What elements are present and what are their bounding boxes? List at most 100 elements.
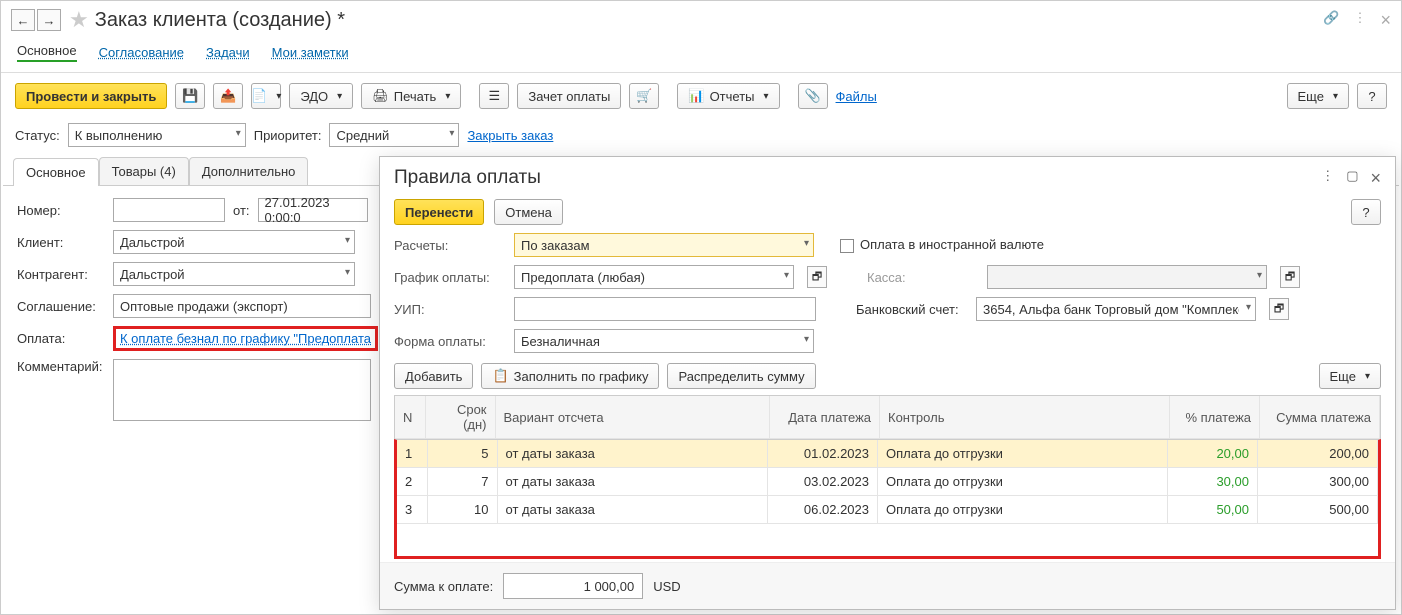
link-icon[interactable]: 🔗 bbox=[1323, 10, 1339, 31]
kebab-menu-icon[interactable]: ⋮ bbox=[1353, 10, 1366, 31]
schedule-open-ext-button[interactable]: 🗗 bbox=[807, 266, 827, 288]
dialog-maximize-icon[interactable]: ▢ bbox=[1346, 168, 1358, 189]
cell-days: 5 bbox=[427, 440, 497, 468]
cell-n: 1 bbox=[397, 440, 427, 468]
attach-icon-button[interactable]: 📎 bbox=[798, 83, 828, 109]
post-document-button[interactable]: 📤 bbox=[213, 83, 243, 109]
date-input[interactable]: 27.01.2023 0:00:0 bbox=[258, 198, 368, 222]
cell-sum: 200,00 bbox=[1258, 440, 1378, 468]
spread-sum-button[interactable]: Распределить сумму bbox=[667, 363, 815, 389]
agreement-value: Оптовые продажи (экспорт) bbox=[120, 299, 288, 314]
payform-select[interactable]: Безналичная▾ bbox=[514, 329, 814, 353]
print-label: Печать bbox=[394, 89, 437, 104]
cell-control: Оплата до отгрузки bbox=[878, 440, 1168, 468]
kassa-label: Касса: bbox=[867, 270, 977, 285]
contragent-value: Дальстрой bbox=[120, 267, 185, 282]
status-select[interactable]: К выполнению▾ bbox=[68, 123, 246, 147]
total-label: Сумма к оплате: bbox=[394, 579, 493, 594]
priority-label: Приоритет: bbox=[254, 128, 322, 143]
comment-textarea[interactable] bbox=[113, 359, 371, 421]
bank-select[interactable]: 3654, Альфа банк Торговый дом "Комплексн… bbox=[976, 297, 1256, 321]
number-input[interactable] bbox=[113, 198, 225, 222]
kassa-open-ext-button[interactable]: 🗗 bbox=[1280, 266, 1300, 288]
edo-button[interactable]: ЭДО bbox=[289, 83, 353, 109]
kassa-select[interactable]: ▾ bbox=[987, 265, 1267, 289]
list-icon-button[interactable]: ☰ bbox=[479, 83, 509, 109]
save-and-close-button[interactable]: Провести и закрыть bbox=[15, 83, 167, 109]
tab-notes[interactable]: Мои заметки bbox=[272, 45, 349, 62]
status-value: К выполнению bbox=[75, 128, 163, 143]
add-row-button[interactable]: Добавить bbox=[394, 363, 473, 389]
table-row[interactable]: 2 7 от даты заказа 03.02.2023 Оплата до … bbox=[397, 468, 1378, 496]
priority-select[interactable]: Средний▾ bbox=[329, 123, 459, 147]
dialog-apply-button[interactable]: Перенести bbox=[394, 199, 484, 225]
basket-icon-button[interactable]: 🛒 bbox=[629, 83, 659, 109]
reports-label: Отчеты bbox=[710, 89, 755, 104]
col-variant: Вариант отсчета bbox=[495, 396, 770, 439]
fill-by-schedule-button[interactable]: 📋 Заполнить по графику bbox=[481, 363, 659, 389]
client-label: Клиент: bbox=[17, 235, 113, 250]
payment-label: Оплата: bbox=[17, 331, 113, 346]
create-based-on-button[interactable]: 📄 bbox=[251, 83, 281, 109]
close-window-icon[interactable]: × bbox=[1380, 10, 1391, 31]
uip-input[interactable] bbox=[514, 297, 816, 321]
priority-value: Средний bbox=[336, 128, 389, 143]
uip-label: УИП: bbox=[394, 302, 504, 317]
reports-button[interactable]: 📊 Отчеты bbox=[677, 83, 779, 109]
dialog-close-icon[interactable]: × bbox=[1370, 168, 1381, 189]
status-label: Статус: bbox=[15, 128, 60, 143]
nav-forward-button[interactable]: → bbox=[37, 9, 61, 31]
table-row[interactable]: 1 5 от даты заказа 01.02.2023 Оплата до … bbox=[397, 440, 1378, 468]
cell-variant: от даты заказа bbox=[497, 468, 768, 496]
cell-days: 10 bbox=[427, 496, 497, 524]
col-sum: Сумма платежа bbox=[1260, 396, 1380, 439]
date-from-label: от: bbox=[233, 203, 250, 218]
schedule-select[interactable]: Предоплата (любая)▾ bbox=[514, 265, 794, 289]
foreign-currency-checkbox[interactable] bbox=[840, 239, 854, 253]
payment-rules-dialog: Правила оплаты ⋮ ▢ × Перенести Отмена ? … bbox=[379, 156, 1396, 610]
fill-by-schedule-label: Заполнить по графику bbox=[514, 369, 649, 384]
col-days: Срок (дн) bbox=[425, 396, 495, 439]
table-row[interactable]: 3 10 от даты заказа 06.02.2023 Оплата до… bbox=[397, 496, 1378, 524]
tab-tasks[interactable]: Задачи bbox=[206, 45, 250, 62]
bank-value: 3654, Альфа банк Торговый дом "Комплексн… bbox=[983, 302, 1239, 317]
total-currency: USD bbox=[653, 579, 680, 594]
cell-date: 06.02.2023 bbox=[768, 496, 878, 524]
subtab-goods[interactable]: Товары (4) bbox=[99, 157, 189, 185]
cell-control: Оплата до отгрузки bbox=[878, 496, 1168, 524]
print-button[interactable]: 🖨 Печать bbox=[361, 83, 461, 109]
files-link[interactable]: Файлы bbox=[836, 89, 877, 104]
subtab-main[interactable]: Основное bbox=[13, 158, 99, 186]
number-label: Номер: bbox=[17, 203, 113, 218]
cell-percent: 30,00 bbox=[1168, 468, 1258, 496]
contragent-label: Контрагент: bbox=[17, 267, 113, 282]
close-order-link[interactable]: Закрыть заказ bbox=[467, 128, 553, 143]
credit-payment-button[interactable]: Зачет оплаты bbox=[517, 83, 621, 109]
dialog-menu-icon[interactable]: ⋮ bbox=[1321, 168, 1334, 189]
favorite-star-icon[interactable]: ★ bbox=[69, 7, 89, 33]
cell-sum: 500,00 bbox=[1258, 496, 1378, 524]
payment-schedule-link[interactable]: К оплате безнал по графику "Предоплата bbox=[120, 331, 371, 346]
page-title: Заказ клиента (создание) * bbox=[95, 9, 345, 32]
col-control: Контроль bbox=[880, 396, 1170, 439]
col-date: Дата платежа bbox=[770, 396, 880, 439]
calc-select[interactable]: По заказам▾ bbox=[514, 233, 814, 257]
tab-main[interactable]: Основное bbox=[17, 43, 77, 62]
table-more-button[interactable]: Еще bbox=[1319, 363, 1381, 389]
contragent-select[interactable]: Дальстрой▾ bbox=[113, 262, 355, 286]
dialog-title: Правила оплаты bbox=[394, 167, 541, 189]
nav-back-button[interactable]: ← bbox=[11, 9, 35, 31]
more-button[interactable]: Еще bbox=[1287, 83, 1349, 109]
payform-value: Безналичная bbox=[521, 334, 600, 349]
help-button[interactable]: ? bbox=[1357, 83, 1387, 109]
dialog-help-button[interactable]: ? bbox=[1351, 199, 1381, 225]
tab-approval[interactable]: Согласование bbox=[99, 45, 184, 62]
agreement-select[interactable]: Оптовые продажи (экспорт) bbox=[113, 294, 371, 318]
dialog-cancel-button[interactable]: Отмена bbox=[494, 199, 563, 225]
save-icon-button[interactable]: 💾 bbox=[175, 83, 205, 109]
calc-value: По заказам bbox=[521, 238, 590, 253]
cell-sum: 300,00 bbox=[1258, 468, 1378, 496]
subtab-extra[interactable]: Дополнительно bbox=[189, 157, 309, 185]
client-select[interactable]: Дальстрой▾ bbox=[113, 230, 355, 254]
bank-open-ext-button[interactable]: 🗗 bbox=[1269, 298, 1289, 320]
